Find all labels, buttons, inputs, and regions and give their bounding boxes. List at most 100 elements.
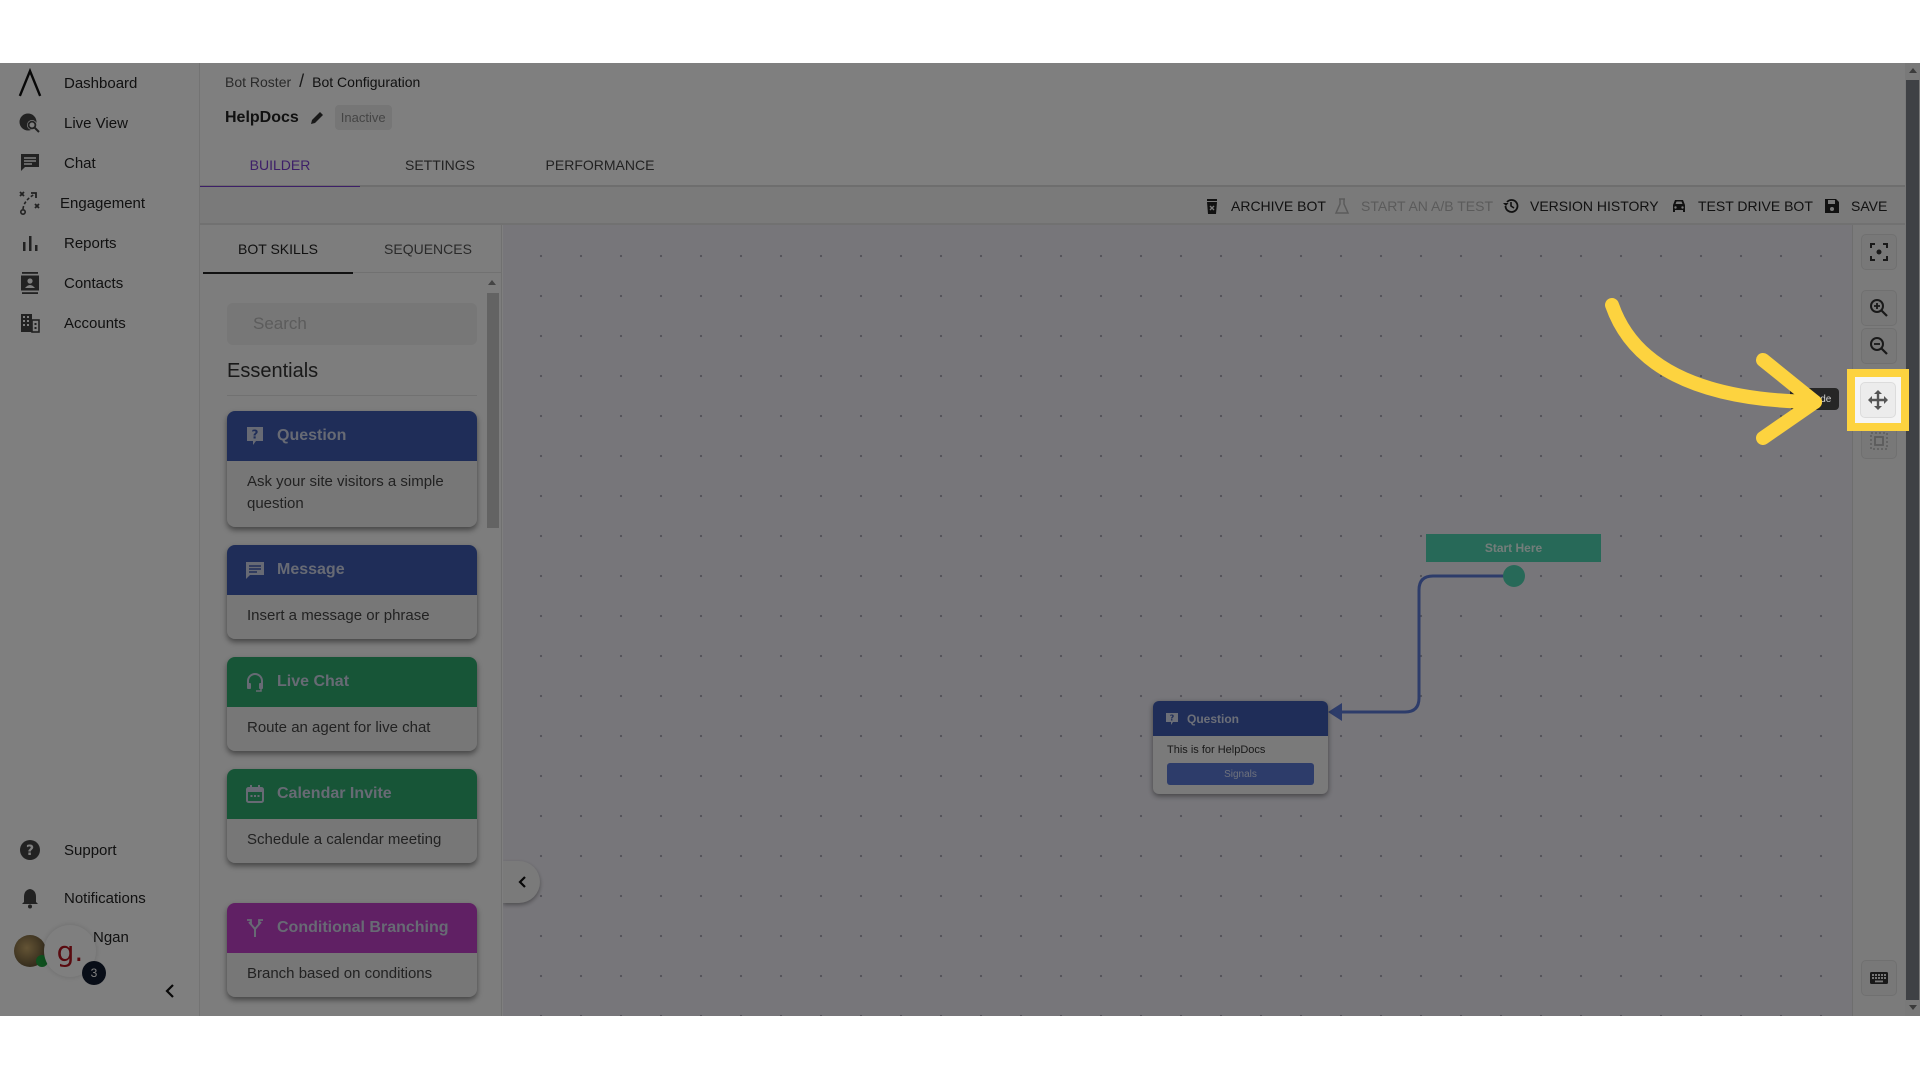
skills-panel: BOT SKILLS SEQUENCES Essentials ? Questi…	[200, 225, 502, 1016]
connector-arrowhead	[1328, 703, 1342, 721]
skills-search-input[interactable]	[227, 303, 477, 345]
history-icon	[1503, 199, 1519, 213]
user-profile[interactable]: g. Ngan 3	[12, 925, 152, 985]
test-drive-bot-label: TEST DRIVE BOT	[1698, 198, 1813, 214]
skill-card-header: Calendar Invite	[227, 769, 477, 819]
chevron-left-icon	[165, 984, 174, 998]
contact-card-icon	[18, 271, 42, 295]
status-badge: Inactive	[334, 105, 392, 130]
sidebar-item-dashboard[interactable]: Dashboard	[0, 63, 200, 103]
skill-card-description: Ask your site visitors a simple question	[247, 473, 444, 512]
pan-mode-button[interactable]	[1860, 382, 1896, 418]
archive-bot-button[interactable]: ARCHIVE BOT	[1203, 187, 1326, 225]
skill-card-message[interactable]: Message Insert a message or phrase	[227, 545, 477, 639]
connector-line	[1328, 565, 1525, 721]
zoom-out-button[interactable]	[1861, 328, 1897, 364]
zoom-in-button[interactable]	[1861, 290, 1897, 326]
center-view-button[interactable]	[1861, 234, 1897, 270]
sidebar-item-label: Chat	[64, 154, 96, 172]
chevron-left-icon	[517, 876, 526, 888]
svg-text:?: ?	[26, 843, 34, 859]
skill-card-title: Live Chat	[277, 673, 350, 690]
sidebar: Dashboard Live View Chat Engagement Repo…	[0, 63, 200, 1016]
logo-icon	[18, 68, 42, 97]
test-drive-bot-button[interactable]: TEST DRIVE BOT	[1670, 187, 1813, 225]
scroll-up-arrow[interactable]	[1909, 68, 1917, 73]
breadcrumb-bot-roster[interactable]: Bot Roster	[225, 74, 291, 90]
skill-card-question[interactable]: ? Question Ask your site visitors a simp…	[227, 411, 477, 527]
headset-icon	[247, 673, 263, 692]
highlight-inner	[1855, 377, 1901, 423]
tab-performance[interactable]: PERFORMANCE	[520, 143, 680, 187]
collapse-sidebar-button[interactable]	[160, 981, 180, 1001]
question-node[interactable]: ? Question This is for HelpDocs Signals	[1153, 701, 1328, 794]
builder-toolbar: ARCHIVE BOT START AN A/B TEST VERSION HI…	[200, 187, 1905, 225]
start-here-node[interactable]: Start Here	[1426, 534, 1601, 562]
skill-card-title: Conditional Branching	[277, 919, 449, 936]
page-scrollbar[interactable]	[1905, 63, 1920, 1016]
skill-card-title: Calendar Invite	[277, 785, 392, 802]
keyboard-shortcuts-button[interactable]	[1861, 960, 1897, 996]
globe-search-icon	[18, 111, 42, 135]
edit-name-button[interactable]	[309, 110, 325, 126]
sidebar-item-engagement[interactable]: Engagement	[0, 183, 200, 223]
skill-card-conditional-branching[interactable]: Conditional Branching Branch based on co…	[227, 903, 477, 997]
sidebar-item-support[interactable]: ? Support	[0, 830, 200, 870]
breadcrumb-bot-configuration: Bot Configuration	[312, 73, 421, 90]
flow-canvas[interactable]: Start Here ? Question This is for HelpDo…	[503, 225, 1852, 1016]
move-arrows-icon	[1868, 390, 1888, 410]
sidebar-item-live-view[interactable]: Live View	[0, 103, 200, 143]
question-node-title: Question	[1187, 711, 1240, 726]
app-window: Dashboard Live View Chat Engagement Repo…	[0, 63, 1920, 1016]
skill-card-live-chat[interactable]: Live Chat Route an agent for live chat	[227, 657, 477, 751]
selection-icon	[1870, 432, 1888, 450]
bot-name: HelpDocs	[225, 108, 299, 126]
skills-scrollbar-thumb[interactable]	[487, 293, 499, 528]
version-history-label: VERSION HISTORY	[1530, 198, 1659, 214]
sidebar-item-notifications[interactable]: Notifications	[0, 878, 200, 918]
sidebar-item-label: Live View	[64, 114, 128, 132]
collapse-skills-panel-button[interactable]	[503, 861, 540, 903]
tab-bot-skills[interactable]: BOT SKILLS	[203, 225, 353, 274]
scroll-up-arrow[interactable]	[488, 280, 496, 285]
sidebar-item-contacts[interactable]: Contacts	[0, 263, 200, 303]
message-icon	[246, 562, 264, 579]
flask-icon	[1334, 198, 1350, 214]
breadcrumb-separator: /	[299, 71, 305, 91]
version-history-button[interactable]: VERSION HISTORY	[1502, 187, 1659, 225]
start-ab-test-button[interactable]: START AN A/B TEST	[1333, 187, 1493, 225]
skill-card-title: Question	[277, 427, 347, 444]
breadcrumb: Bot Roster / Bot Configuration	[225, 71, 420, 92]
skill-card-description: Route an agent for live chat	[247, 719, 431, 736]
skill-card-header: Live Chat	[227, 657, 477, 707]
skill-card-title: Message	[277, 561, 345, 578]
skill-card-description: Branch based on conditions	[247, 965, 433, 982]
tab-builder[interactable]: BUILDER	[200, 143, 360, 189]
save-label: SAVE	[1851, 198, 1888, 214]
focus-icon	[1870, 243, 1888, 261]
sidebar-item-label: Dashboard	[64, 74, 138, 92]
section-title: Essentials	[227, 360, 319, 382]
building-icon	[18, 311, 42, 335]
sidebar-item-accounts[interactable]: Accounts	[0, 303, 200, 343]
page-scrollbar-thumb[interactable]	[1906, 80, 1919, 1000]
signals-button[interactable]: Signals	[1167, 763, 1314, 785]
notification-count-badge: 3	[82, 961, 106, 985]
skill-card-header: Conditional Branching	[227, 903, 477, 953]
sidebar-item-chat[interactable]: Chat	[0, 143, 200, 183]
sidebar-item-label: Notifications	[64, 889, 146, 907]
car-icon	[1673, 200, 1685, 212]
scroll-down-arrow[interactable]	[1909, 1005, 1917, 1010]
tab-sequences[interactable]: SEQUENCES	[353, 225, 501, 273]
skill-card-calendar-invite[interactable]: Calendar Invite Schedule a calendar meet…	[227, 769, 477, 863]
save-button[interactable]: SAVE	[1823, 187, 1887, 225]
canvas-controls	[1852, 225, 1905, 1016]
tab-settings[interactable]: SETTINGS	[360, 143, 520, 187]
zoom-in-icon	[1870, 299, 1888, 317]
archive-bot-label: ARCHIVE BOT	[1231, 198, 1326, 214]
section-divider	[227, 395, 477, 396]
connector-handle[interactable]	[1503, 565, 1525, 587]
sidebar-item-label: Reports	[64, 234, 117, 252]
sidebar-item-label: Contacts	[64, 274, 124, 292]
sidebar-item-reports[interactable]: Reports	[0, 223, 200, 263]
